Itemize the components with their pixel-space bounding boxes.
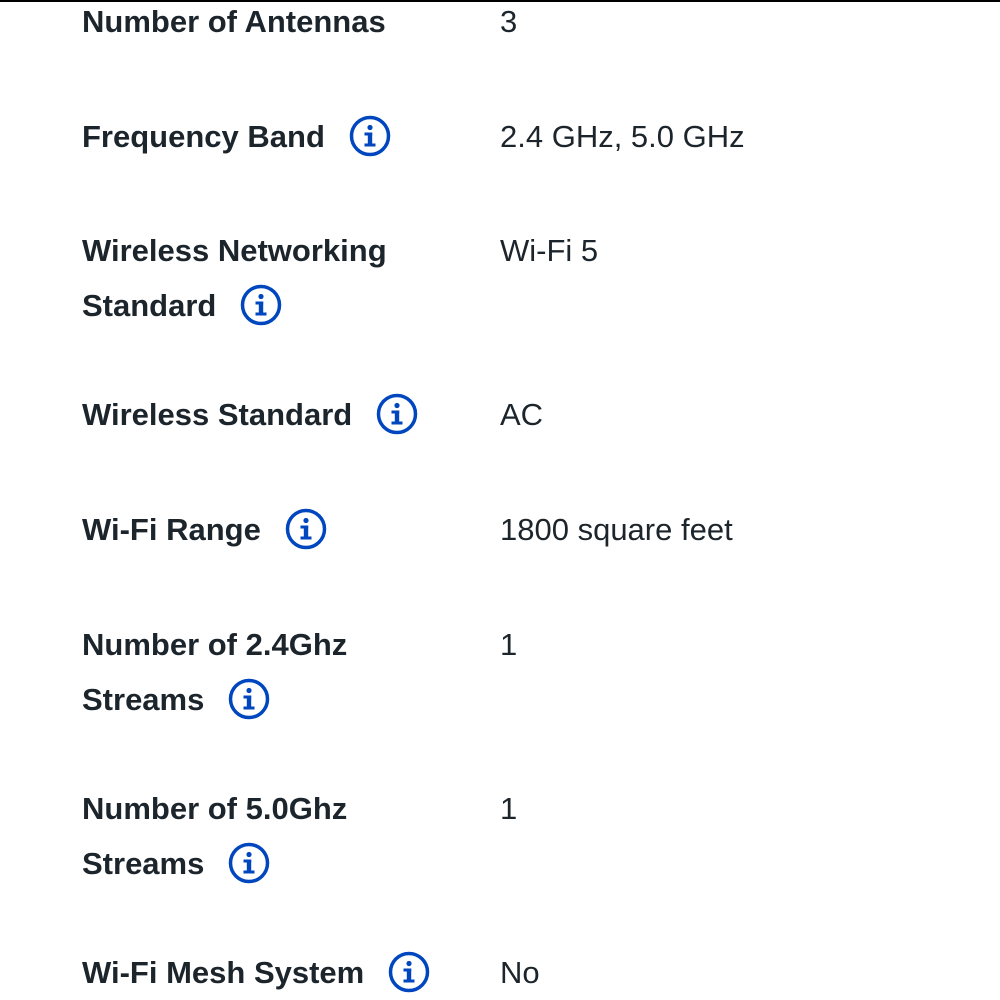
spec-label: Wi-Fi Range xyxy=(82,502,482,557)
spec-label: Wi-Fi Mesh System xyxy=(82,945,482,1000)
spec-value: 3 xyxy=(500,4,518,39)
spec-label: Frequency Band xyxy=(82,109,482,164)
spec-label: Wireless Networking Standard xyxy=(82,223,482,333)
spec-label: Number of Antennas xyxy=(82,0,482,49)
spec-value: 1 xyxy=(500,791,518,826)
spec-value: 1800 square feet xyxy=(500,512,733,547)
spec-label-text: Wi-Fi Range xyxy=(82,512,261,547)
spec-label: Number of 2.4Ghz Streams xyxy=(82,617,482,727)
spec-label: Number of 5.0Ghz Streams xyxy=(82,781,482,891)
spec-label-text: Number of 2.4Ghz xyxy=(82,627,348,662)
spec-label: Wireless Standard xyxy=(82,387,482,442)
spec-label-text: Number of Antennas xyxy=(82,4,386,39)
spec-label-text: Wireless Standard xyxy=(82,397,353,432)
spec-value: 1 xyxy=(500,627,518,662)
info-icon[interactable] xyxy=(228,678,270,720)
info-icon[interactable] xyxy=(376,393,418,435)
spec-value: Wi-Fi 5 xyxy=(500,233,599,268)
info-icon[interactable] xyxy=(228,842,270,884)
info-icon[interactable] xyxy=(285,508,327,550)
spec-label-text: Wireless Networking xyxy=(82,233,387,268)
spec-label-text: Wi-Fi Mesh System xyxy=(82,955,365,990)
info-icon[interactable] xyxy=(349,115,391,157)
info-icon[interactable] xyxy=(388,951,430,993)
spec-label-text: Frequency Band xyxy=(82,119,325,154)
spec-label-text-line2: Streams xyxy=(82,682,205,717)
spec-value: AC xyxy=(500,397,544,432)
spec-value: 2.4 GHz, 5.0 GHz xyxy=(500,119,745,154)
spec-value: No xyxy=(500,955,540,990)
spec-label-text-line2: Streams xyxy=(82,846,205,881)
info-icon[interactable] xyxy=(240,284,282,326)
spec-label-text-line2: Standard xyxy=(82,288,217,323)
spec-label-text: Number of 5.0Ghz xyxy=(82,791,348,826)
